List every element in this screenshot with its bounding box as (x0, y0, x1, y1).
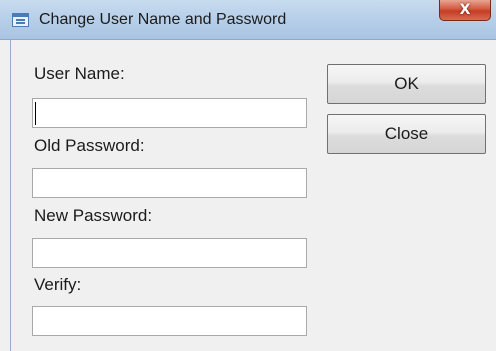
change-credentials-dialog: Change User Name and Password X User Nam… (0, 0, 496, 351)
old-password-input[interactable] (32, 168, 307, 198)
user-name-input[interactable] (32, 98, 307, 128)
text-caret (35, 102, 36, 125)
user-name-label: User Name: (34, 64, 125, 83)
close-button[interactable]: Close (327, 114, 486, 154)
verify-label: Verify: (34, 275, 82, 294)
window-title: Change User Name and Password (39, 11, 287, 28)
verify-password-input[interactable] (32, 306, 307, 336)
ok-button[interactable]: OK (327, 64, 486, 104)
old-password-label: Old Password: (34, 136, 145, 155)
title-bar[interactable]: Change User Name and Password X (0, 0, 496, 40)
new-password-label: New Password: (34, 206, 153, 225)
window-frame-edge (10, 40, 11, 351)
new-password-input[interactable] (32, 238, 307, 268)
window-close-button[interactable]: X (439, 0, 491, 21)
form-window-icon (12, 13, 29, 27)
